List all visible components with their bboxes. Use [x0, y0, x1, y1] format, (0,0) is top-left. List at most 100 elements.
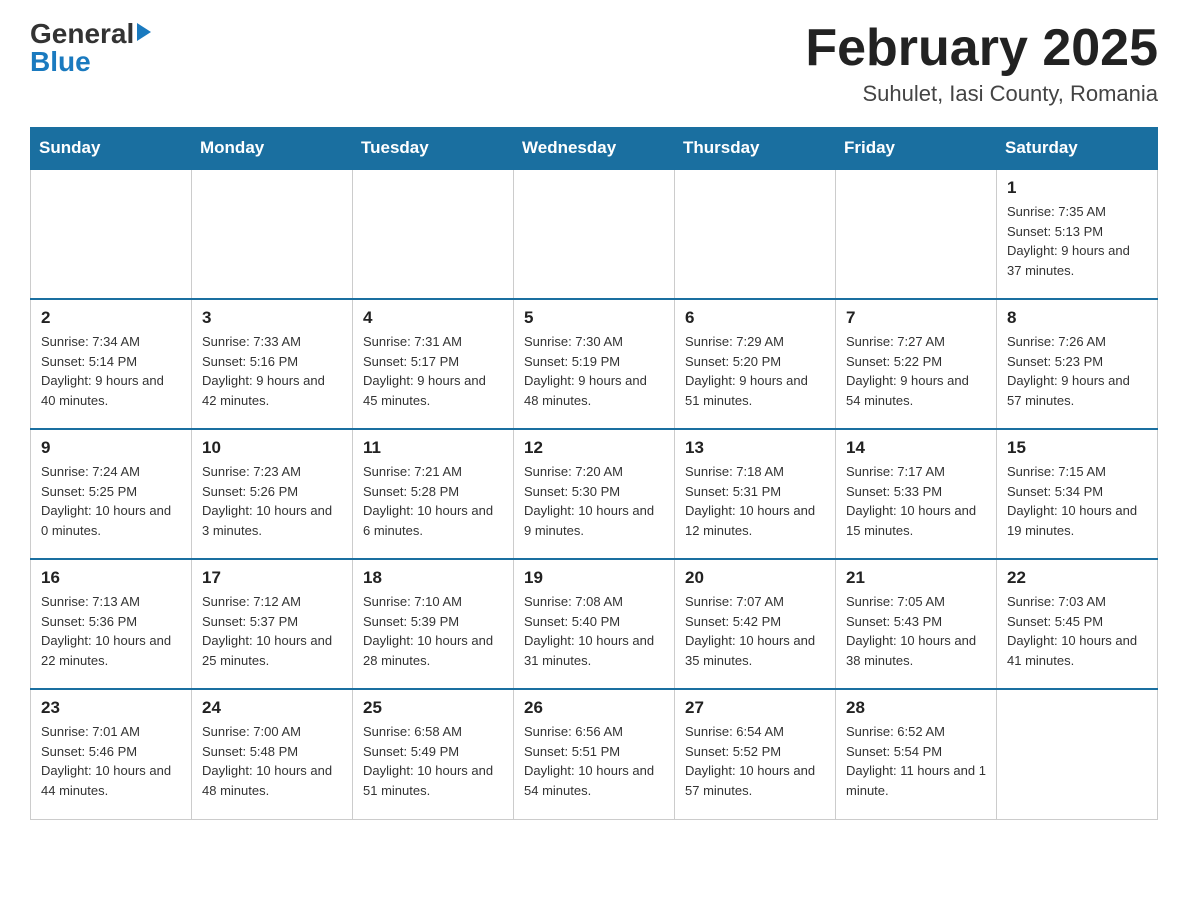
- day-number: 19: [524, 568, 664, 588]
- day-info: Sunrise: 7:31 AMSunset: 5:17 PMDaylight:…: [363, 332, 503, 410]
- calendar-cell: 16Sunrise: 7:13 AMSunset: 5:36 PMDayligh…: [31, 559, 192, 689]
- day-info: Sunrise: 7:27 AMSunset: 5:22 PMDaylight:…: [846, 332, 986, 410]
- day-number: 13: [685, 438, 825, 458]
- day-number: 10: [202, 438, 342, 458]
- calendar-cell: 19 Sunrise: 7:08 AMSunset: 5:40 PMDayligh…: [514, 559, 675, 689]
- day-info: Sunrise: 7:21 AMSunset: 5:28 PMDaylight:…: [363, 462, 503, 540]
- day-number: 2: [41, 308, 181, 328]
- day-number: 18: [363, 568, 503, 588]
- calendar-cell: 24 Sunrise: 7:00 AMSunset: 5:48 PMDayligh…: [192, 689, 353, 819]
- calendar-cell: 20 Sunrise: 7:07 AMSunset: 5:42 PMDayligh…: [675, 559, 836, 689]
- day-number: 27: [685, 698, 825, 718]
- day-info: Sunrise: 7:35 AMSunset: 5:13 PMDaylight:…: [1007, 202, 1147, 280]
- calendar-day-header: Saturday: [997, 128, 1158, 170]
- calendar-cell: 1Sunrise: 7:35 AMSunset: 5:13 PMDaylight…: [997, 169, 1158, 299]
- day-info: Sunrise: 7:12 AMSunset: 5:37 PMDaylight:…: [202, 592, 342, 670]
- day-info: Sunrise: 6:54 AMSunset: 5:52 PMDaylight:…: [685, 722, 825, 800]
- day-info: Sunrise: 7:08 AMSunset: 5:40 PMDaylight:…: [524, 592, 664, 670]
- calendar-day-header: Sunday: [31, 128, 192, 170]
- day-info: Sunrise: 7:05 AMSunset: 5:43 PMDaylight:…: [846, 592, 986, 670]
- calendar-cell: 28 Sunrise: 6:52 AMSunset: 5:54 PMDayligh…: [836, 689, 997, 819]
- calendar-cell: 2 Sunrise: 7:34 AMSunset: 5:14 PMDaylight…: [31, 299, 192, 429]
- day-number: 6: [685, 308, 825, 328]
- day-info: Sunrise: 7:13 AMSunset: 5:36 PMDaylight:…: [41, 592, 181, 670]
- calendar-cell: 26 Sunrise: 6:56 AMSunset: 5:51 PMDayligh…: [514, 689, 675, 819]
- calendar-day-header: Tuesday: [353, 128, 514, 170]
- calendar-week-row: 9 Sunrise: 7:24 AMSunset: 5:25 PMDaylight…: [31, 429, 1158, 559]
- title-block: February 2025 Suhulet, Iasi County, Roma…: [805, 20, 1158, 107]
- logo-general-text: General: [30, 20, 151, 48]
- day-number: 22: [1007, 568, 1147, 588]
- logo-blue-text: Blue: [30, 48, 91, 76]
- calendar-cell: 11 Sunrise: 7:21 AMSunset: 5:28 PMDayligh…: [353, 429, 514, 559]
- page-header: General Blue February 2025 Suhulet, Iasi…: [30, 20, 1158, 107]
- calendar-cell: 13 Sunrise: 7:18 AMSunset: 5:31 PMDayligh…: [675, 429, 836, 559]
- day-info: Sunrise: 7:23 AMSunset: 5:26 PMDaylight:…: [202, 462, 342, 540]
- logo: General Blue: [30, 20, 151, 76]
- calendar-header-row: SundayMondayTuesdayWednesdayThursdayFrid…: [31, 128, 1158, 170]
- day-info: Sunrise: 7:07 AMSunset: 5:42 PMDaylight:…: [685, 592, 825, 670]
- day-info: Sunrise: 7:15 AMSunset: 5:34 PMDaylight:…: [1007, 462, 1147, 540]
- calendar-cell: [31, 169, 192, 299]
- day-number: 11: [363, 438, 503, 458]
- day-number: 17: [202, 568, 342, 588]
- day-number: 3: [202, 308, 342, 328]
- day-number: 9: [41, 438, 181, 458]
- calendar-cell: 18 Sunrise: 7:10 AMSunset: 5:39 PMDayligh…: [353, 559, 514, 689]
- day-info: Sunrise: 7:24 AMSunset: 5:25 PMDaylight:…: [41, 462, 181, 540]
- day-number: 24: [202, 698, 342, 718]
- day-number: 21: [846, 568, 986, 588]
- calendar-cell: 21 Sunrise: 7:05 AMSunset: 5:43 PMDayligh…: [836, 559, 997, 689]
- day-number: 7: [846, 308, 986, 328]
- calendar-cell: [514, 169, 675, 299]
- calendar-cell: 9 Sunrise: 7:24 AMSunset: 5:25 PMDaylight…: [31, 429, 192, 559]
- calendar-day-header: Wednesday: [514, 128, 675, 170]
- calendar-cell: 10 Sunrise: 7:23 AMSunset: 5:26 PMDayligh…: [192, 429, 353, 559]
- calendar-table: SundayMondayTuesdayWednesdayThursdayFrid…: [30, 127, 1158, 820]
- day-number: 25: [363, 698, 503, 718]
- day-info: Sunrise: 7:03 AMSunset: 5:45 PMDaylight:…: [1007, 592, 1147, 670]
- calendar-cell: [836, 169, 997, 299]
- day-info: Sunrise: 7:10 AMSunset: 5:39 PMDaylight:…: [363, 592, 503, 670]
- day-info: Sunrise: 7:00 AMSunset: 5:48 PMDaylight:…: [202, 722, 342, 800]
- calendar-cell: 12 Sunrise: 7:20 AMSunset: 5:30 PMDayligh…: [514, 429, 675, 559]
- calendar-week-row: 2 Sunrise: 7:34 AMSunset: 5:14 PMDaylight…: [31, 299, 1158, 429]
- calendar-day-header: Monday: [192, 128, 353, 170]
- calendar-week-row: 1Sunrise: 7:35 AMSunset: 5:13 PMDaylight…: [31, 169, 1158, 299]
- day-info: Sunrise: 6:58 AMSunset: 5:49 PMDaylight:…: [363, 722, 503, 800]
- calendar-cell: 5 Sunrise: 7:30 AMSunset: 5:19 PMDaylight…: [514, 299, 675, 429]
- day-number: 12: [524, 438, 664, 458]
- day-info: Sunrise: 7:01 AMSunset: 5:46 PMDaylight:…: [41, 722, 181, 800]
- calendar-cell: 8Sunrise: 7:26 AMSunset: 5:23 PMDaylight…: [997, 299, 1158, 429]
- day-number: 26: [524, 698, 664, 718]
- day-info: Sunrise: 7:29 AMSunset: 5:20 PMDaylight:…: [685, 332, 825, 410]
- calendar-cell: 6 Sunrise: 7:29 AMSunset: 5:20 PMDaylight…: [675, 299, 836, 429]
- day-number: 23: [41, 698, 181, 718]
- calendar-cell: 23 Sunrise: 7:01 AMSunset: 5:46 PMDayligh…: [31, 689, 192, 819]
- day-info: Sunrise: 7:20 AMSunset: 5:30 PMDaylight:…: [524, 462, 664, 540]
- calendar-cell: [675, 169, 836, 299]
- month-title: February 2025: [805, 20, 1158, 77]
- calendar-day-header: Friday: [836, 128, 997, 170]
- day-info: Sunrise: 7:34 AMSunset: 5:14 PMDaylight:…: [41, 332, 181, 410]
- calendar-cell: 17 Sunrise: 7:12 AMSunset: 5:37 PMDayligh…: [192, 559, 353, 689]
- day-number: 15: [1007, 438, 1147, 458]
- day-number: 28: [846, 698, 986, 718]
- day-number: 20: [685, 568, 825, 588]
- calendar-cell: [353, 169, 514, 299]
- calendar-week-row: 16Sunrise: 7:13 AMSunset: 5:36 PMDayligh…: [31, 559, 1158, 689]
- day-info: Sunrise: 7:26 AMSunset: 5:23 PMDaylight:…: [1007, 332, 1147, 410]
- day-info: Sunrise: 7:30 AMSunset: 5:19 PMDaylight:…: [524, 332, 664, 410]
- calendar-cell: 25 Sunrise: 6:58 AMSunset: 5:49 PMDayligh…: [353, 689, 514, 819]
- calendar-cell: [997, 689, 1158, 819]
- day-info: Sunrise: 7:33 AMSunset: 5:16 PMDaylight:…: [202, 332, 342, 410]
- calendar-cell: 22 Sunrise: 7:03 AMSunset: 5:45 PMDayligh…: [997, 559, 1158, 689]
- day-info: Sunrise: 7:18 AMSunset: 5:31 PMDaylight:…: [685, 462, 825, 540]
- day-info: Sunrise: 7:17 AMSunset: 5:33 PMDaylight:…: [846, 462, 986, 540]
- calendar-cell: 4Sunrise: 7:31 AMSunset: 5:17 PMDaylight…: [353, 299, 514, 429]
- day-number: 5: [524, 308, 664, 328]
- calendar-cell: [192, 169, 353, 299]
- day-info: Sunrise: 6:56 AMSunset: 5:51 PMDaylight:…: [524, 722, 664, 800]
- day-info: Sunrise: 6:52 AMSunset: 5:54 PMDaylight:…: [846, 722, 986, 800]
- logo-arrow-icon: [137, 23, 151, 41]
